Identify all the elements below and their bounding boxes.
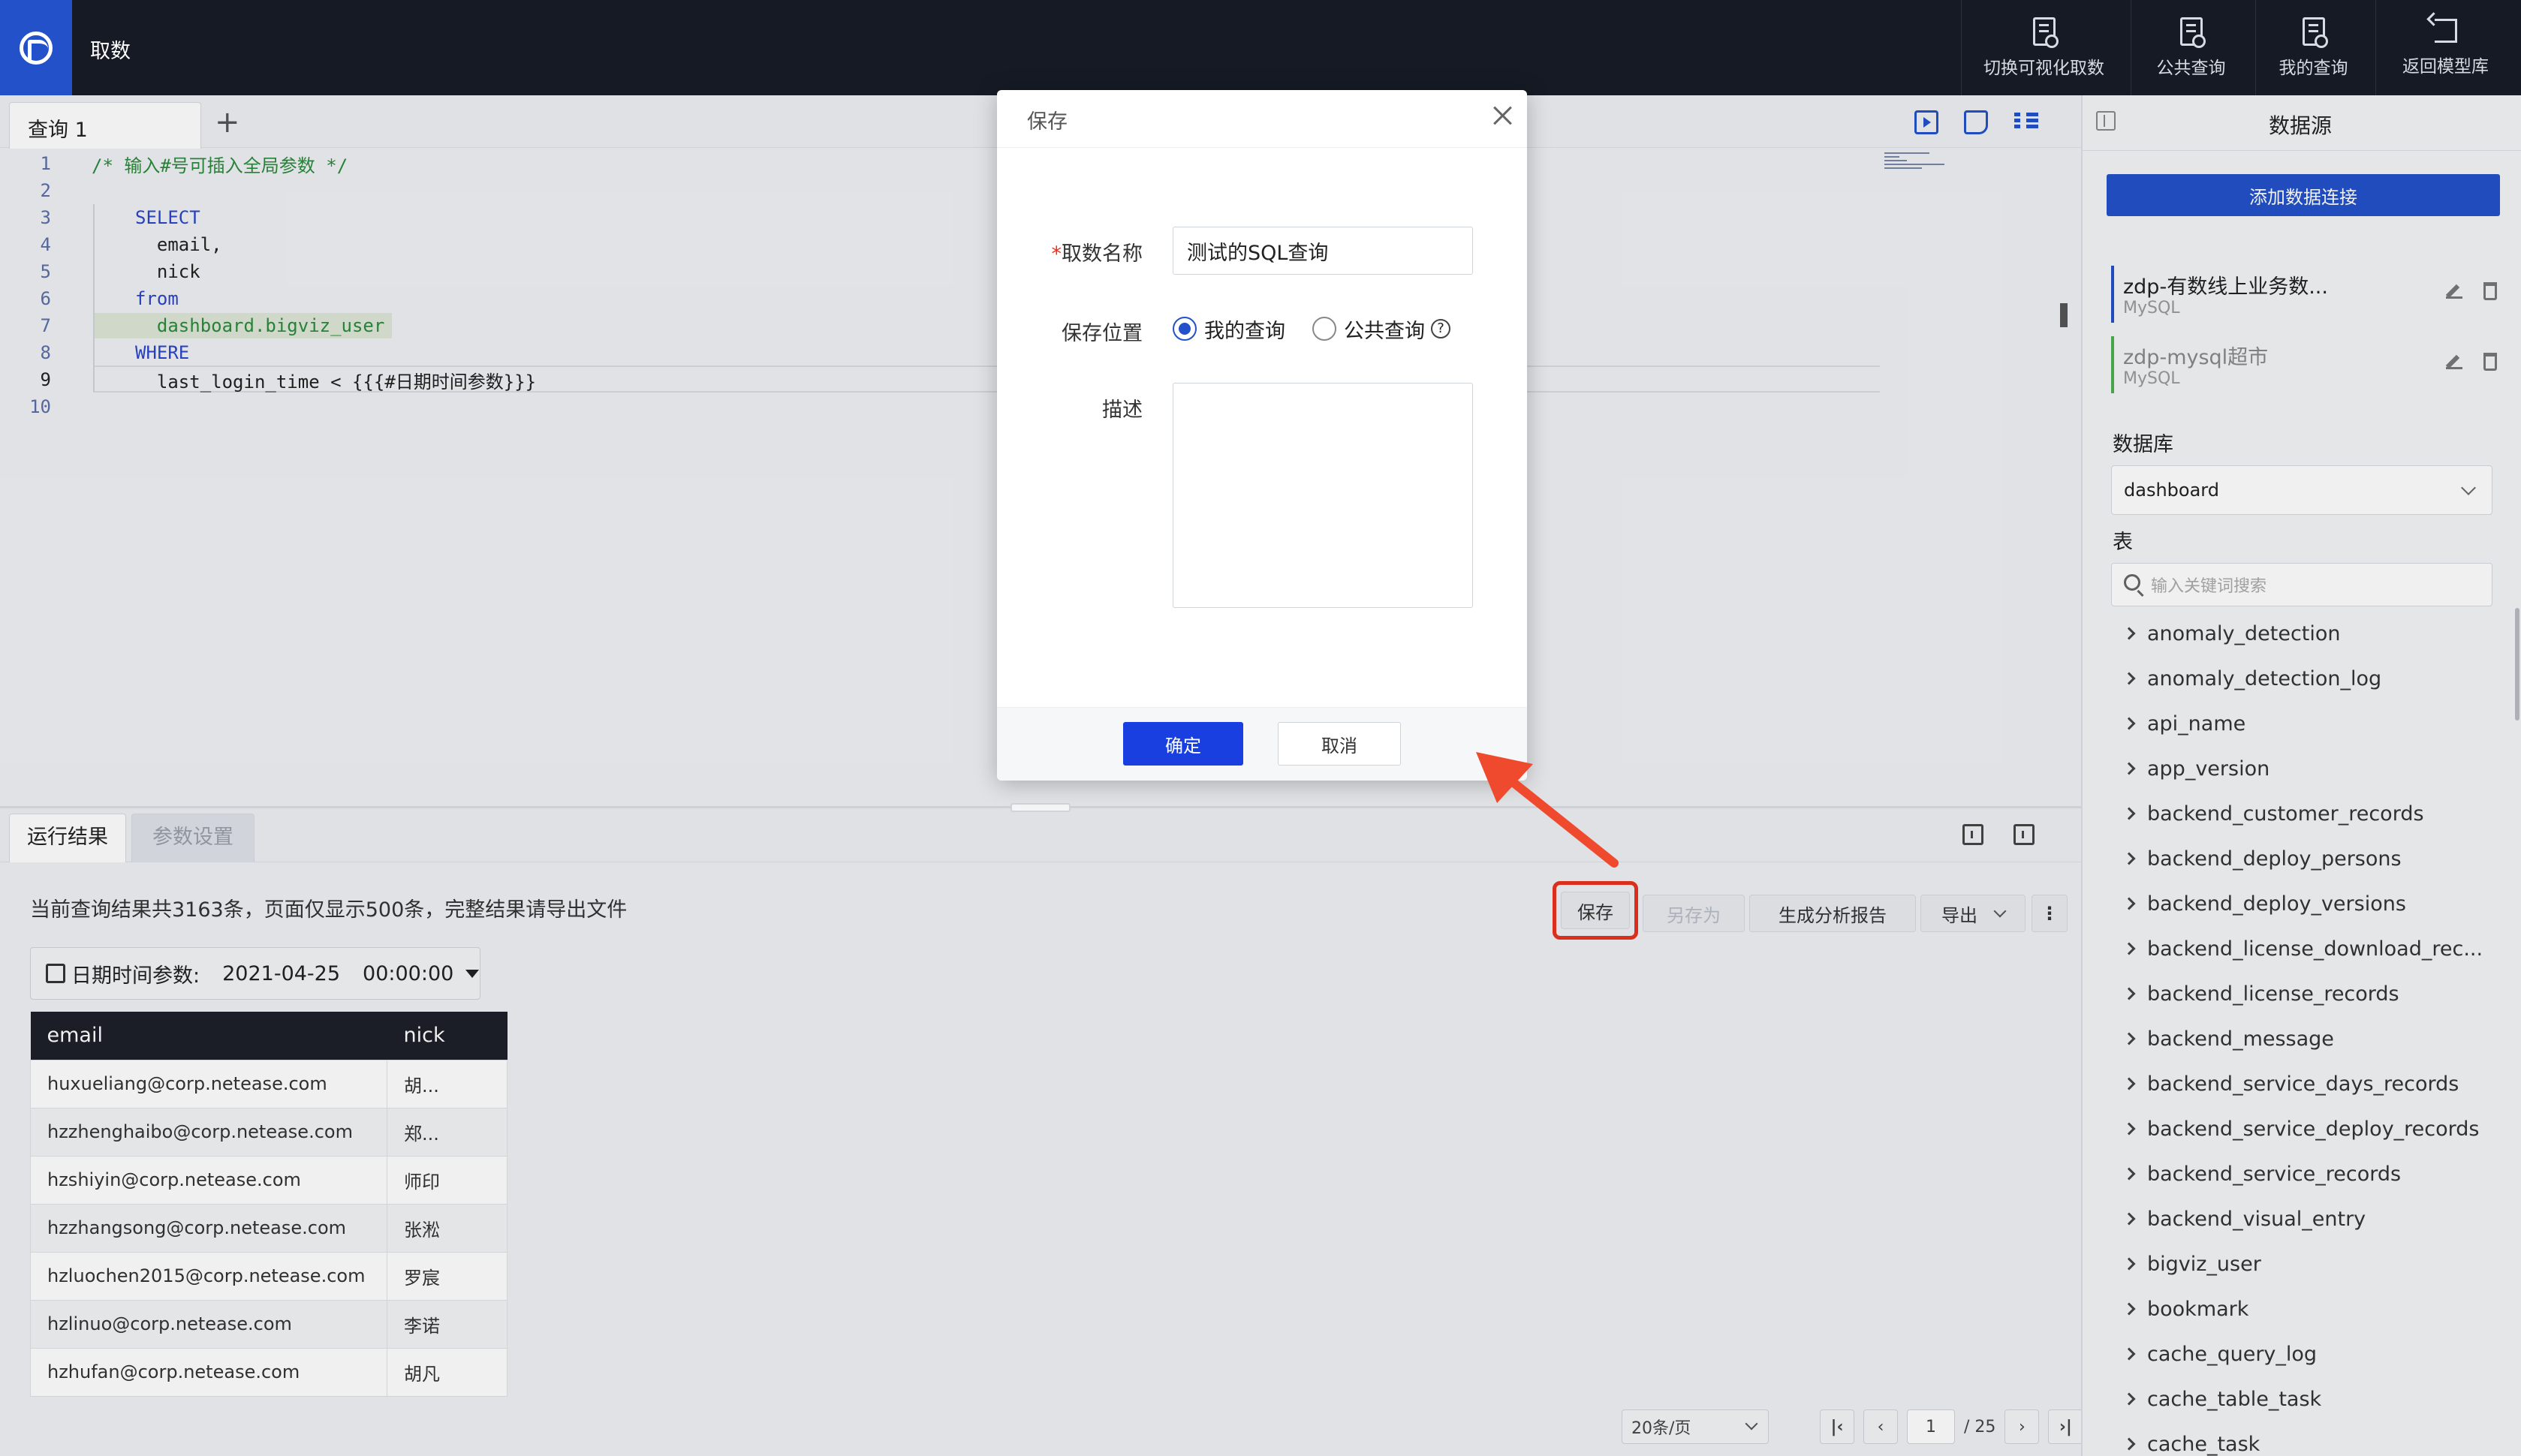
radio-checked-icon [1173,317,1197,341]
app-logo[interactable] [0,0,72,95]
description-label: 描述 [1102,399,1143,422]
header-button-label: 切换可视化取数 [1983,58,2104,78]
public-queries-button[interactable]: 公共查询 [2131,0,2251,95]
required-mark: * [1051,242,1062,266]
query-name-label: *取数名称 [1000,237,1143,266]
radio-my-queries[interactable]: 我的查询 [1173,314,1285,344]
radio-label: 公共查询 [1344,319,1425,343]
query-name-input[interactable] [1173,227,1473,275]
radio-public-queries[interactable]: 公共查询 ? [1312,314,1450,344]
switch-visual-query-button[interactable]: 切换可视化取数 [1961,0,2126,95]
help-icon[interactable]: ? [1431,319,1450,338]
doc-search-icon [2179,17,2206,48]
confirm-button[interactable]: 确定 [1123,722,1243,766]
query-name-label-text: 取数名称 [1062,242,1143,266]
radio-label: 我的查询 [1204,319,1285,343]
radio-unchecked-icon [1312,317,1336,341]
cancel-button[interactable]: 取消 [1278,722,1401,766]
arrow-shaft [1504,775,1619,868]
my-queries-button[interactable]: 我的查询 [2255,0,2371,95]
header-button-label: 我的查询 [2279,58,2348,78]
doc-search-icon [2302,17,2328,48]
header-button-label: 返回模型库 [2402,56,2489,77]
logo-icon [20,31,53,65]
save-location-label: 保存位置 [1062,322,1143,345]
dialog-footer [997,707,1527,781]
description-textarea[interactable] [1173,383,1473,608]
close-icon[interactable] [1492,105,1514,126]
header-button-label: 公共查询 [2156,58,2226,78]
panel-resize-handle[interactable] [1011,803,1071,812]
dialog-divider [997,147,1527,148]
doc-search-icon [2032,17,2059,48]
app-title: 取数 [90,40,131,63]
dialog-title: 保存 [1027,110,1068,134]
back-to-model-library-button[interactable]: 返回模型库 [2375,0,2515,95]
back-icon [2434,18,2457,43]
annotation-arrow [1476,752,1619,868]
